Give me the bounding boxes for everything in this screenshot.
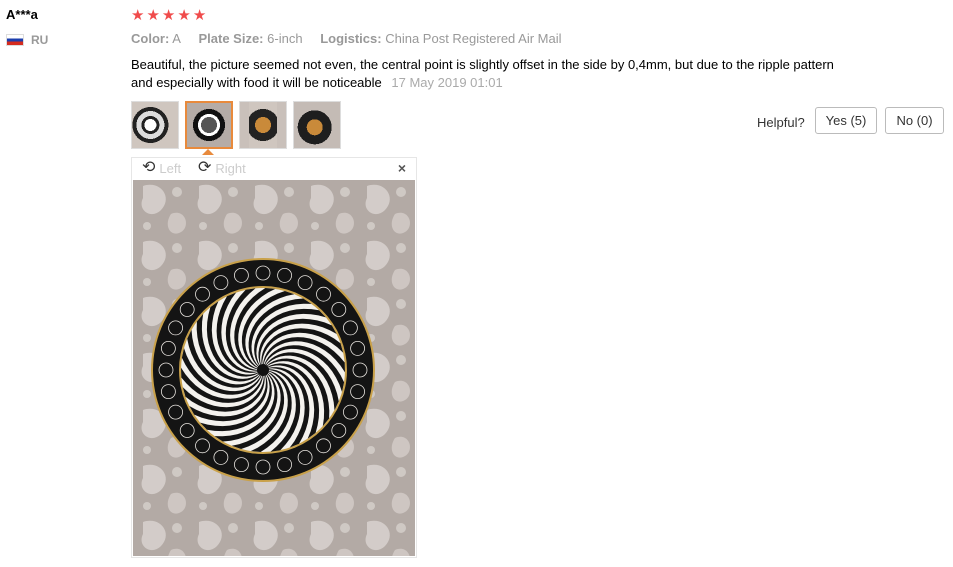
star-icon: ★: [146, 7, 160, 24]
helpful-label: Helpful?: [757, 115, 805, 130]
viewer-toolbar: ⟲ Left ⟳ Right ×: [132, 158, 416, 180]
attr-value: China Post Registered Air Mail: [385, 31, 562, 46]
photo-thumbnail[interactable]: [239, 101, 287, 149]
attr-key: Plate Size:: [198, 31, 264, 46]
helpful-yes-button[interactable]: Yes (5): [815, 107, 877, 134]
rotate-right-label: Right: [215, 160, 246, 176]
photo-viewer: ⟲ Left ⟳ Right ×: [131, 157, 417, 558]
rotate-left-button[interactable]: ⟲ Left: [142, 159, 181, 177]
plate-photo-image: [133, 180, 415, 556]
active-thumbnail-pointer: [202, 149, 214, 155]
review-photo-thumbnails: [131, 101, 341, 149]
reviewer-country: RU: [6, 33, 48, 47]
enlarged-review-photo: [133, 180, 415, 556]
star-icon: ★: [192, 7, 207, 24]
photo-thumbnail[interactable]: [131, 101, 179, 149]
attr-value: A: [172, 31, 181, 46]
star-icon: ★: [177, 7, 191, 24]
attr-key: Logistics:: [320, 31, 382, 46]
attr-key: Color:: [131, 31, 170, 46]
order-attributes: Color: A Plate Size: 6-inch Logistics: C…: [131, 31, 576, 46]
star-icon: ★: [161, 7, 176, 24]
rotate-left-label: Left: [159, 160, 182, 176]
star-icon: ★: [131, 7, 145, 24]
rotate-right-icon: ⟳: [198, 159, 212, 176]
star-rating: ★ ★ ★ ★ ★: [131, 7, 206, 24]
country-code: RU: [31, 33, 49, 47]
rotate-left-icon: ⟲: [142, 159, 156, 176]
review-body: Beautiful, the picture seemed not even, …: [131, 56, 851, 92]
rotate-right-button[interactable]: ⟳ Right: [198, 159, 246, 177]
helpful-no-button[interactable]: No (0): [885, 107, 944, 134]
photo-thumbnail-active[interactable]: [185, 101, 233, 149]
review-date: 17 May 2019 01:01: [391, 75, 503, 90]
close-viewer-button[interactable]: ×: [398, 160, 406, 176]
reviewer-name: A***a: [6, 7, 38, 22]
photo-thumbnail[interactable]: [293, 101, 341, 149]
russia-flag-icon: [6, 34, 24, 46]
attr-value: 6-inch: [267, 31, 303, 46]
